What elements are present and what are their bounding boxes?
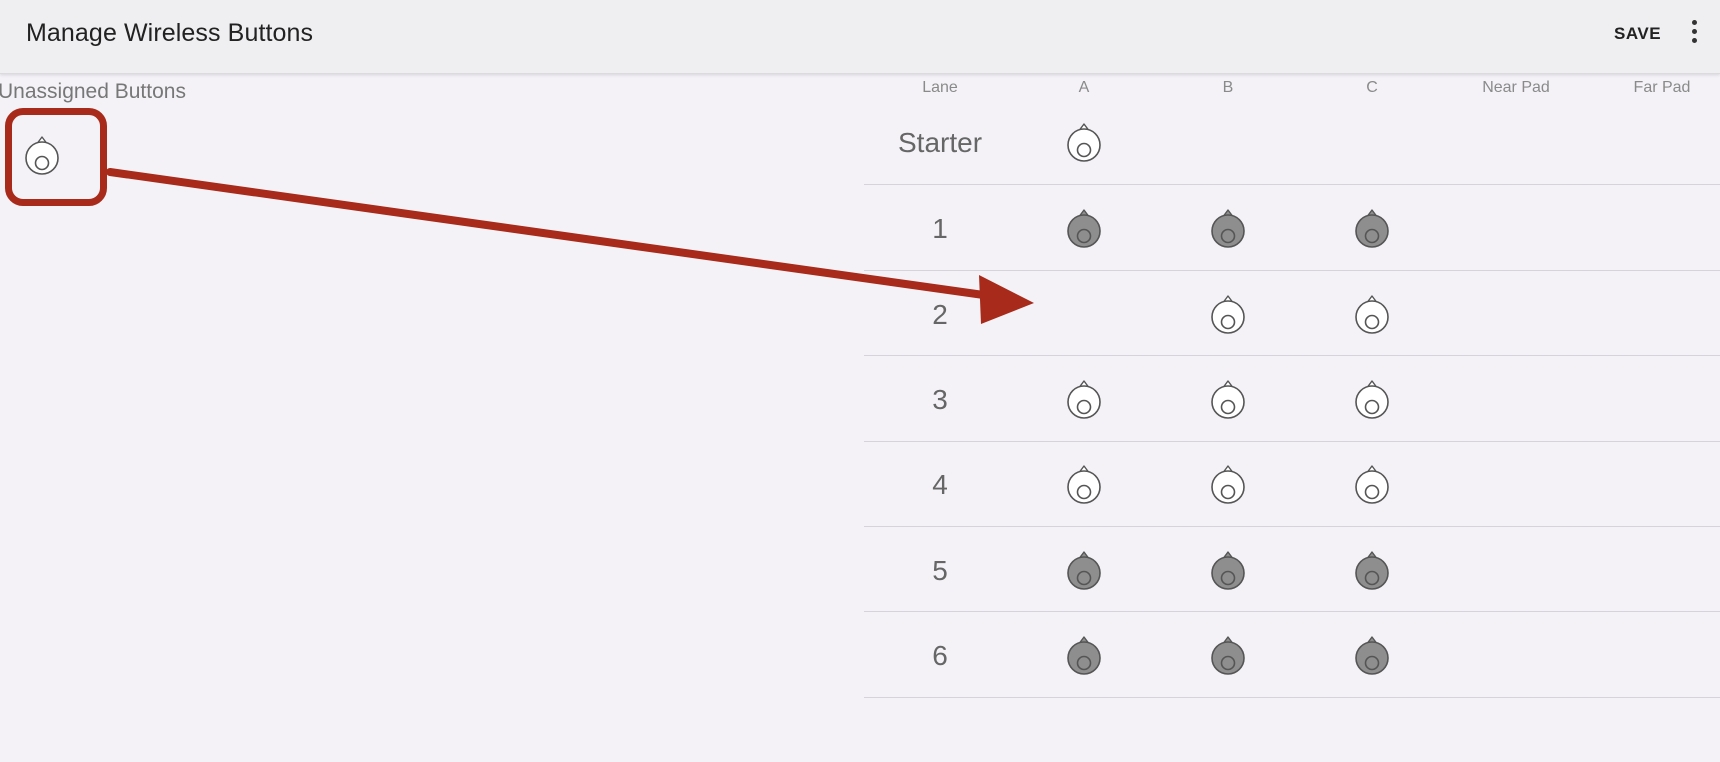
- save-button[interactable]: SAVE: [1614, 24, 1661, 44]
- wireless-button-icon[interactable]: [1065, 378, 1103, 422]
- wireless-button-icon[interactable]: [1353, 634, 1391, 678]
- column-header-near-pad: Near Pad: [1482, 79, 1550, 96]
- wireless-button-icon[interactable]: [1353, 293, 1391, 337]
- wireless-button-icon[interactable]: [1353, 207, 1391, 251]
- column-header-c: C: [1366, 79, 1378, 96]
- wireless-button-icon[interactable]: [1209, 207, 1247, 251]
- lane-label: 4: [932, 469, 948, 500]
- lane-label: 2: [932, 299, 948, 330]
- row-divider: [864, 270, 1720, 271]
- wireless-button-icon[interactable]: [1065, 549, 1103, 593]
- row-divider: [864, 611, 1720, 612]
- wireless-button-icon[interactable]: [1065, 634, 1103, 678]
- app-bar: Manage Wireless Buttons SAVE: [0, 0, 1720, 74]
- wireless-button-icon[interactable]: [1065, 463, 1103, 507]
- unassigned-buttons-label: Unassigned Buttons: [0, 80, 186, 103]
- wireless-button-icon[interactable]: [1353, 463, 1391, 507]
- wireless-button-icon[interactable]: [1209, 293, 1247, 337]
- column-header-far-pad: Far Pad: [1633, 79, 1691, 96]
- wireless-button-icon[interactable]: [1209, 378, 1247, 422]
- row-divider: [864, 526, 1720, 527]
- annotation-highlight-box: [5, 108, 107, 206]
- more-vert-icon[interactable]: [1688, 20, 1700, 46]
- lane-label: 6: [932, 640, 948, 671]
- wireless-button-icon[interactable]: [1065, 121, 1103, 165]
- column-header-a: A: [1078, 79, 1090, 96]
- wireless-button-icon[interactable]: [1353, 549, 1391, 593]
- wireless-button-icon[interactable]: [1353, 378, 1391, 422]
- column-header-lane: Lane: [922, 79, 958, 96]
- page-title: Manage Wireless Buttons: [26, 19, 314, 47]
- lane-label: 3: [932, 384, 948, 415]
- column-header-b: B: [1222, 79, 1234, 96]
- annotation-arrow: [106, 168, 1034, 324]
- lane-label: 1: [932, 213, 948, 244]
- row-divider: [864, 441, 1720, 442]
- row-divider: [864, 697, 1720, 698]
- row-divider: [864, 184, 1720, 185]
- wireless-button-icon[interactable]: [1065, 207, 1103, 251]
- wireless-button-icon[interactable]: [1209, 549, 1247, 593]
- lane-label: 5: [932, 555, 948, 586]
- lane-label: Starter: [897, 127, 983, 158]
- wireless-button-icon[interactable]: [1209, 634, 1247, 678]
- wireless-button-icon[interactable]: [1209, 463, 1247, 507]
- row-divider: [864, 355, 1720, 356]
